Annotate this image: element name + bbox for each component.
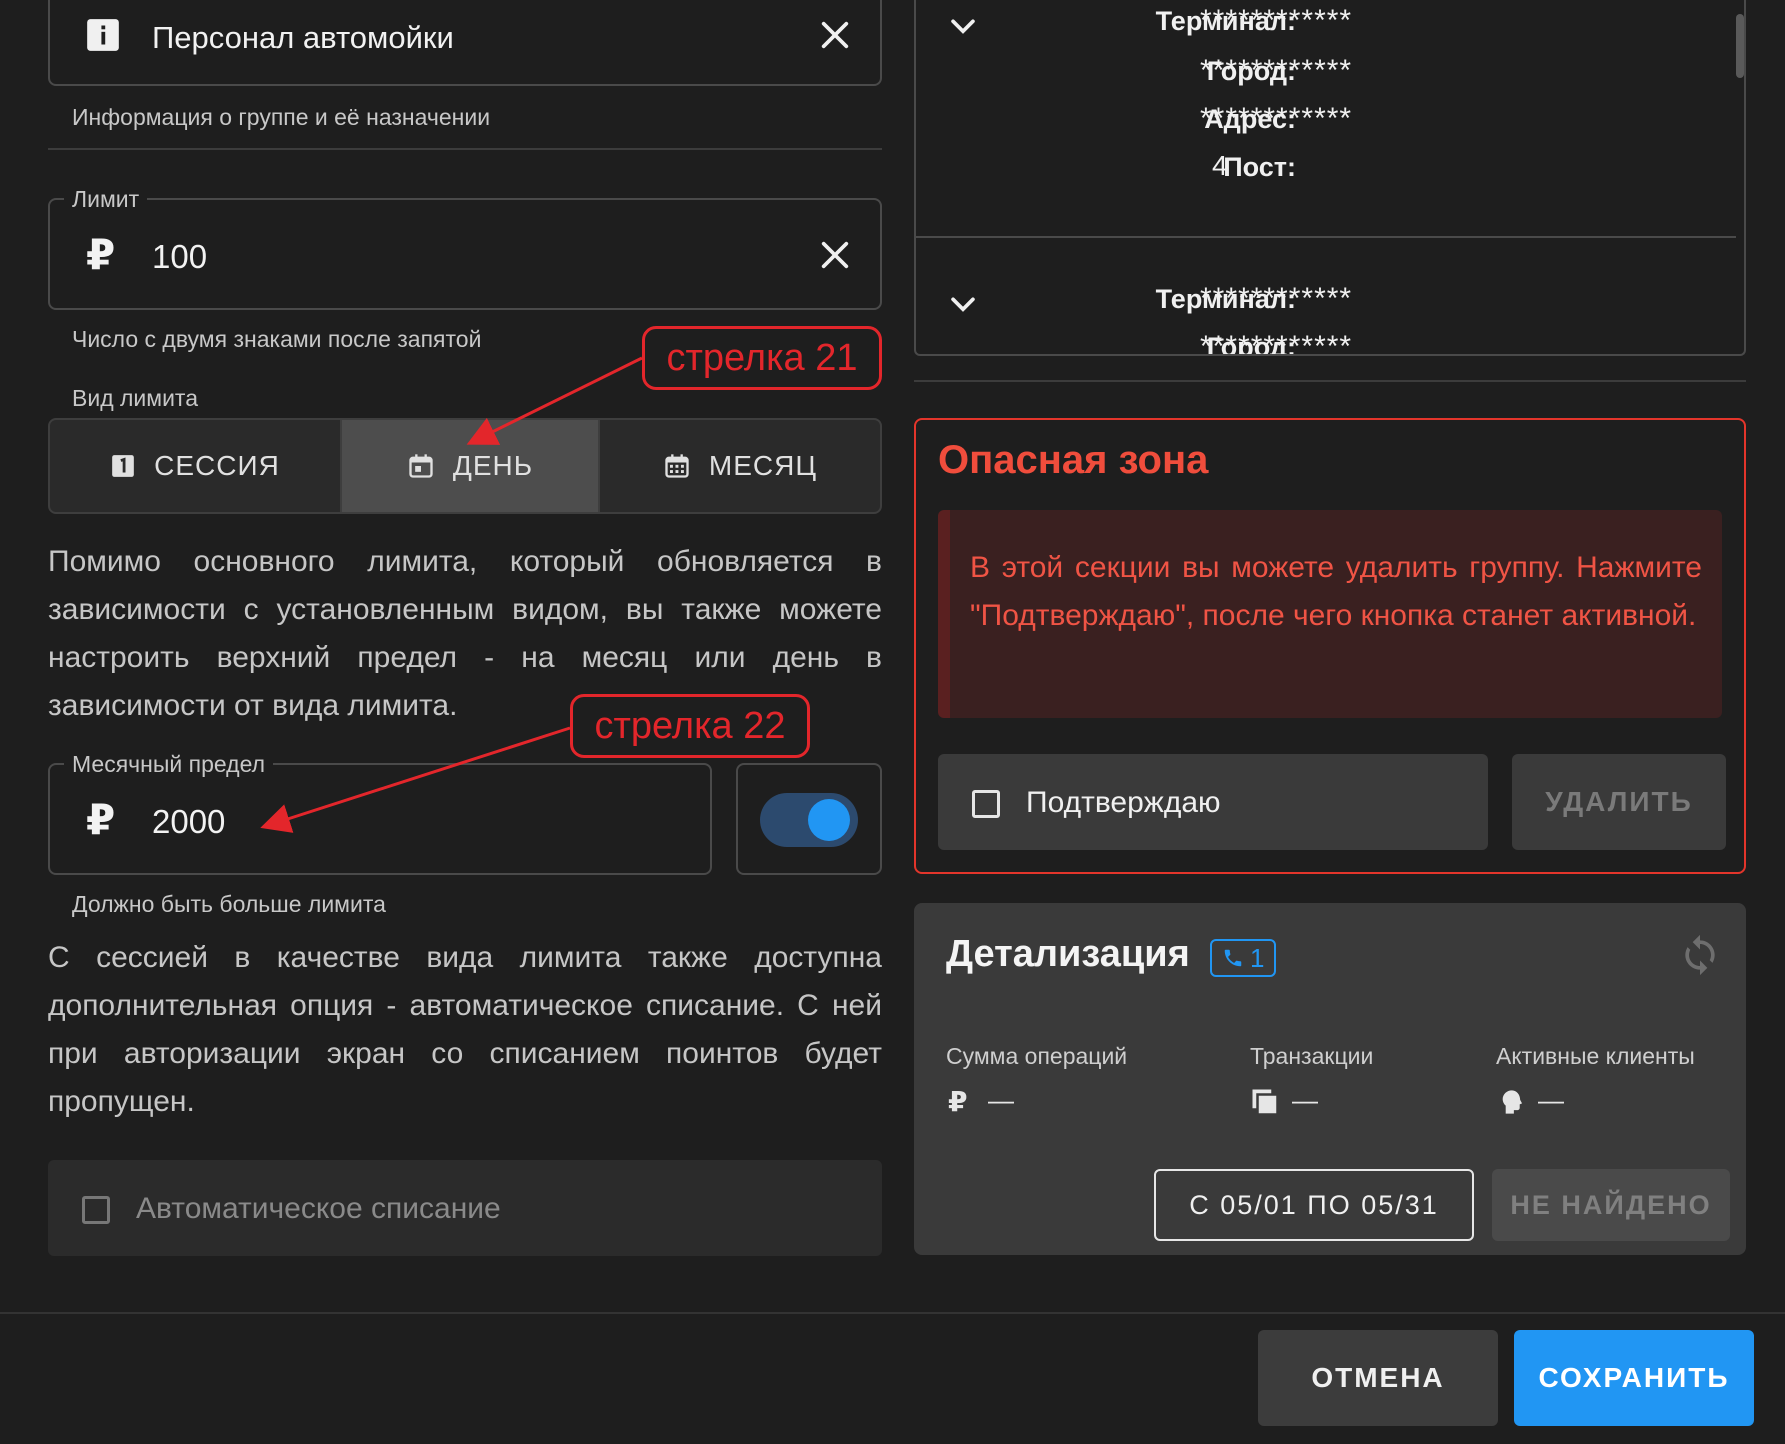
date-range-button[interactable]: С 05/01 ПО 05/31 [1154, 1169, 1474, 1241]
head-icon [1502, 1090, 1523, 1114]
details-badge: 1 [1210, 939, 1277, 977]
terminal-value: ************ [1200, 282, 1353, 315]
stat-clients-value: — [1538, 1085, 1564, 1115]
ruble-icon: ₽ [948, 1086, 968, 1117]
copy-icon [1252, 1089, 1279, 1116]
footer-divider [0, 1312, 1785, 1314]
cancel-button[interactable]: ОТМЕНА [1258, 1330, 1498, 1426]
danger-zone-alert: В этой секции вы можете удалить группу. … [938, 510, 1722, 718]
stat-transactions-label: Транзакции [1250, 1043, 1374, 1069]
chevron-down-icon[interactable] [946, 288, 980, 322]
details-card: Детализация 1 Сумма операций ₽ — Транзак… [914, 903, 1746, 1255]
confirm-checkbox-row[interactable]: Подтверждаю [938, 754, 1488, 850]
annotation-arrow-22 [260, 726, 571, 833]
delete-button[interactable]: УДАЛИТЬ [1512, 754, 1726, 850]
terminal-scrollbar[interactable] [1736, 14, 1744, 78]
details-title: Детализация [946, 933, 1190, 975]
post-label: Пост: [1223, 152, 1296, 182]
annotation-arrow-21 [466, 356, 643, 445]
terminal-list: Терминал: ************ Город: **********… [914, 0, 1746, 356]
not-found-status: НЕ НАЙДЕНО [1492, 1169, 1730, 1241]
terminal-value: ************ [1200, 4, 1353, 37]
divider [914, 380, 1746, 382]
save-button[interactable]: СОХРАНИТЬ [1514, 1330, 1754, 1426]
stat-clients-label: Активные клиенты [1496, 1043, 1695, 1069]
stat-sum-value: — [988, 1085, 1014, 1115]
details-badge-count: 1 [1250, 942, 1265, 973]
confirm-checkbox[interactable] [972, 790, 1000, 818]
stat-sum-label: Сумма операций [946, 1043, 1128, 1069]
terminal-divider [916, 236, 1736, 238]
stat-transactions-value: — [1292, 1085, 1318, 1115]
danger-zone-title: Опасная зона [938, 438, 1209, 482]
post-value: 4 [1212, 150, 1229, 181]
address-value: ************ [1200, 102, 1353, 135]
city-value: ************ [1200, 54, 1353, 87]
city-value: ************ [1200, 330, 1353, 356]
phone-icon [1224, 949, 1242, 967]
confirm-label: Подтверждаю [1026, 786, 1221, 819]
danger-zone: Опасная зона В этой секции вы можете уда… [914, 418, 1746, 874]
chevron-down-icon[interactable] [946, 10, 980, 44]
refresh-icon[interactable] [1678, 933, 1722, 977]
